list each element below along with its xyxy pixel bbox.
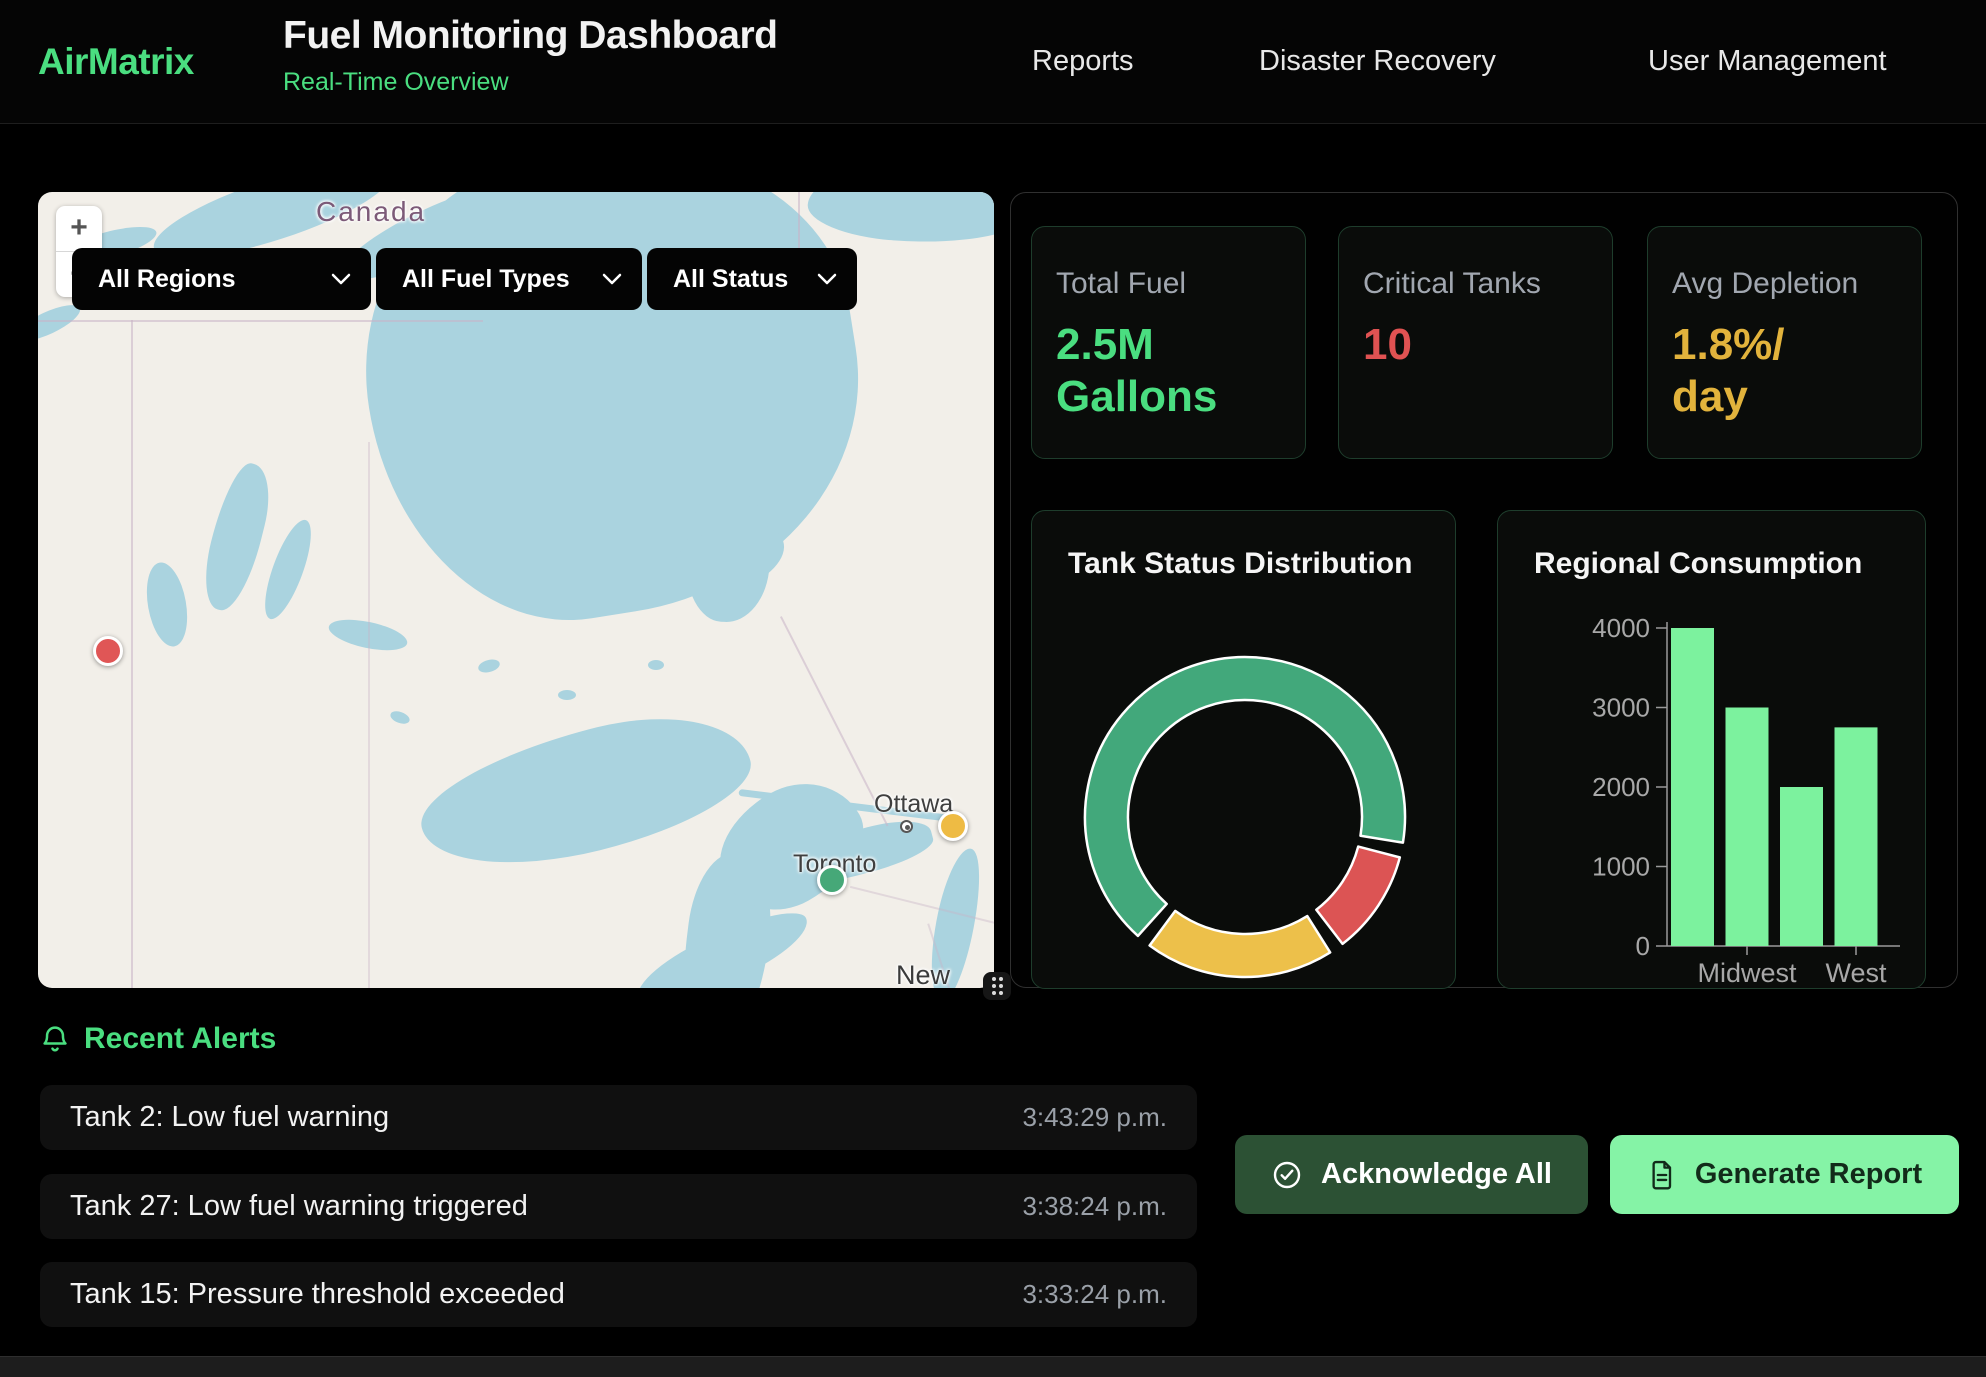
small-lake <box>141 559 193 649</box>
map-filters: All Regions All Fuel Types All Status <box>72 248 857 310</box>
city-label-new-york: New York <box>896 960 994 988</box>
svg-text:0: 0 <box>1636 931 1650 961</box>
stat-value: 1.8%/ day <box>1672 319 1897 423</box>
zoom-in-button[interactable]: + <box>56 206 102 252</box>
chevron-down-icon <box>331 273 351 285</box>
nav-item-disaster-recovery[interactable]: Disaster Recovery <box>1259 0 1496 123</box>
stat-card-critical-tanks: Critical Tanks 10 <box>1338 226 1613 459</box>
bell-icon <box>40 1022 70 1056</box>
stat-label: Total Fuel <box>1056 267 1281 301</box>
acknowledge-all-label: Acknowledge All <box>1321 1158 1552 1191</box>
status-filter-value: All Status <box>673 265 788 294</box>
alerts-header: Recent Alerts <box>40 1022 276 1056</box>
page-subtitle: Real-Time Overview <box>283 68 777 97</box>
document-icon <box>1647 1159 1677 1191</box>
stat-card-avg-depletion: Avg Depletion 1.8%/ day <box>1647 226 1922 459</box>
svg-text:4000: 4000 <box>1592 613 1650 643</box>
stat-label: Critical Tanks <box>1363 267 1588 301</box>
alert-time: 3:33:24 p.m. <box>1022 1279 1167 1310</box>
alert-time: 3:38:24 p.m. <box>1022 1191 1167 1222</box>
alert-message: Tank 27: Low fuel warning triggered <box>70 1190 528 1223</box>
alert-row[interactable]: Tank 2: Low fuel warning 3:43:29 p.m. <box>40 1085 1197 1150</box>
small-lake <box>389 709 412 726</box>
stat-label: Avg Depletion <box>1672 267 1897 301</box>
admin-border <box>38 320 483 322</box>
regional-consumption-card: 0 1000 2000 3000 4000 Midwest West Regional Co… <box>1497 510 1926 989</box>
title-block: Fuel Monitoring Dashboard Real-Time Over… <box>283 14 777 97</box>
map-marker-warning[interactable] <box>938 811 968 841</box>
alert-message: Tank 15: Pressure threshold exceeded <box>70 1278 565 1311</box>
chart-title: Tank Status Distribution <box>1068 547 1412 581</box>
country-label: Canada <box>316 196 426 228</box>
svg-text:West: West <box>1825 958 1887 988</box>
stat-value: 2.5M Gallons <box>1056 319 1281 423</box>
small-lake <box>648 660 664 670</box>
region-filter-value: All Regions <box>98 265 236 294</box>
admin-border <box>368 442 370 988</box>
map-panel[interactable]: Canada Ottawa Toronto New York + − All R… <box>38 192 994 988</box>
alert-message: Tank 2: Low fuel warning <box>70 1101 389 1134</box>
drag-handle[interactable] <box>983 972 1011 1000</box>
generate-report-button[interactable]: Generate Report <box>1610 1135 1959 1214</box>
footer-bar <box>0 1356 1986 1377</box>
admin-border <box>131 320 133 988</box>
top-right-water <box>806 192 994 250</box>
small-lake <box>477 657 501 674</box>
page-title: Fuel Monitoring Dashboard <box>283 14 777 58</box>
chart-title: Regional Consumption <box>1534 547 1862 581</box>
status-filter-dropdown[interactable]: All Status <box>647 248 857 310</box>
svg-text:3000: 3000 <box>1592 693 1650 723</box>
nav-item-reports[interactable]: Reports <box>1032 0 1134 123</box>
stat-value: 10 <box>1363 319 1588 371</box>
svg-text:2000: 2000 <box>1592 772 1650 802</box>
nav-item-user-management[interactable]: User Management <box>1648 0 1887 123</box>
town-dot-icon <box>900 820 913 833</box>
brand-logo: AirMatrix <box>38 0 194 123</box>
check-circle-icon <box>1271 1159 1303 1191</box>
chevron-down-icon <box>602 273 622 285</box>
generate-report-label: Generate Report <box>1695 1158 1922 1191</box>
stat-card-total-fuel: Total Fuel 2.5M Gallons <box>1031 226 1306 459</box>
small-lake <box>256 515 320 624</box>
chevron-down-icon <box>817 273 837 285</box>
alert-row[interactable]: Tank 27: Low fuel warning triggered 3:38… <box>40 1174 1197 1239</box>
fuel-type-filter-value: All Fuel Types <box>402 265 570 294</box>
dashboard-panel: Total Fuel 2.5M Gallons Critical Tanks 1… <box>1010 192 1958 988</box>
alert-time: 3:43:29 p.m. <box>1022 1102 1167 1133</box>
app-header: AirMatrix Fuel Monitoring Dashboard Real… <box>0 0 1986 124</box>
alert-row[interactable]: Tank 15: Pressure threshold exceeded 3:3… <box>40 1262 1197 1327</box>
svg-text:1000: 1000 <box>1592 852 1650 882</box>
alerts-title: Recent Alerts <box>84 1022 276 1056</box>
map-marker-critical[interactable] <box>93 636 123 666</box>
tank-status-donut-chart <box>1032 511 1457 990</box>
tank-status-card: Tank Status Distribution <box>1031 510 1456 989</box>
small-lake <box>558 690 576 700</box>
fuel-type-filter-dropdown[interactable]: All Fuel Types <box>376 248 642 310</box>
map-marker-normal[interactable] <box>817 865 847 895</box>
region-filter-dropdown[interactable]: All Regions <box>72 248 371 310</box>
svg-text:Midwest: Midwest <box>1697 958 1797 988</box>
lake-superior <box>408 693 762 890</box>
regional-consumption-bar-chart: 0 1000 2000 3000 4000 Midwest West <box>1498 511 1927 990</box>
acknowledge-all-button[interactable]: Acknowledge All <box>1235 1135 1588 1214</box>
